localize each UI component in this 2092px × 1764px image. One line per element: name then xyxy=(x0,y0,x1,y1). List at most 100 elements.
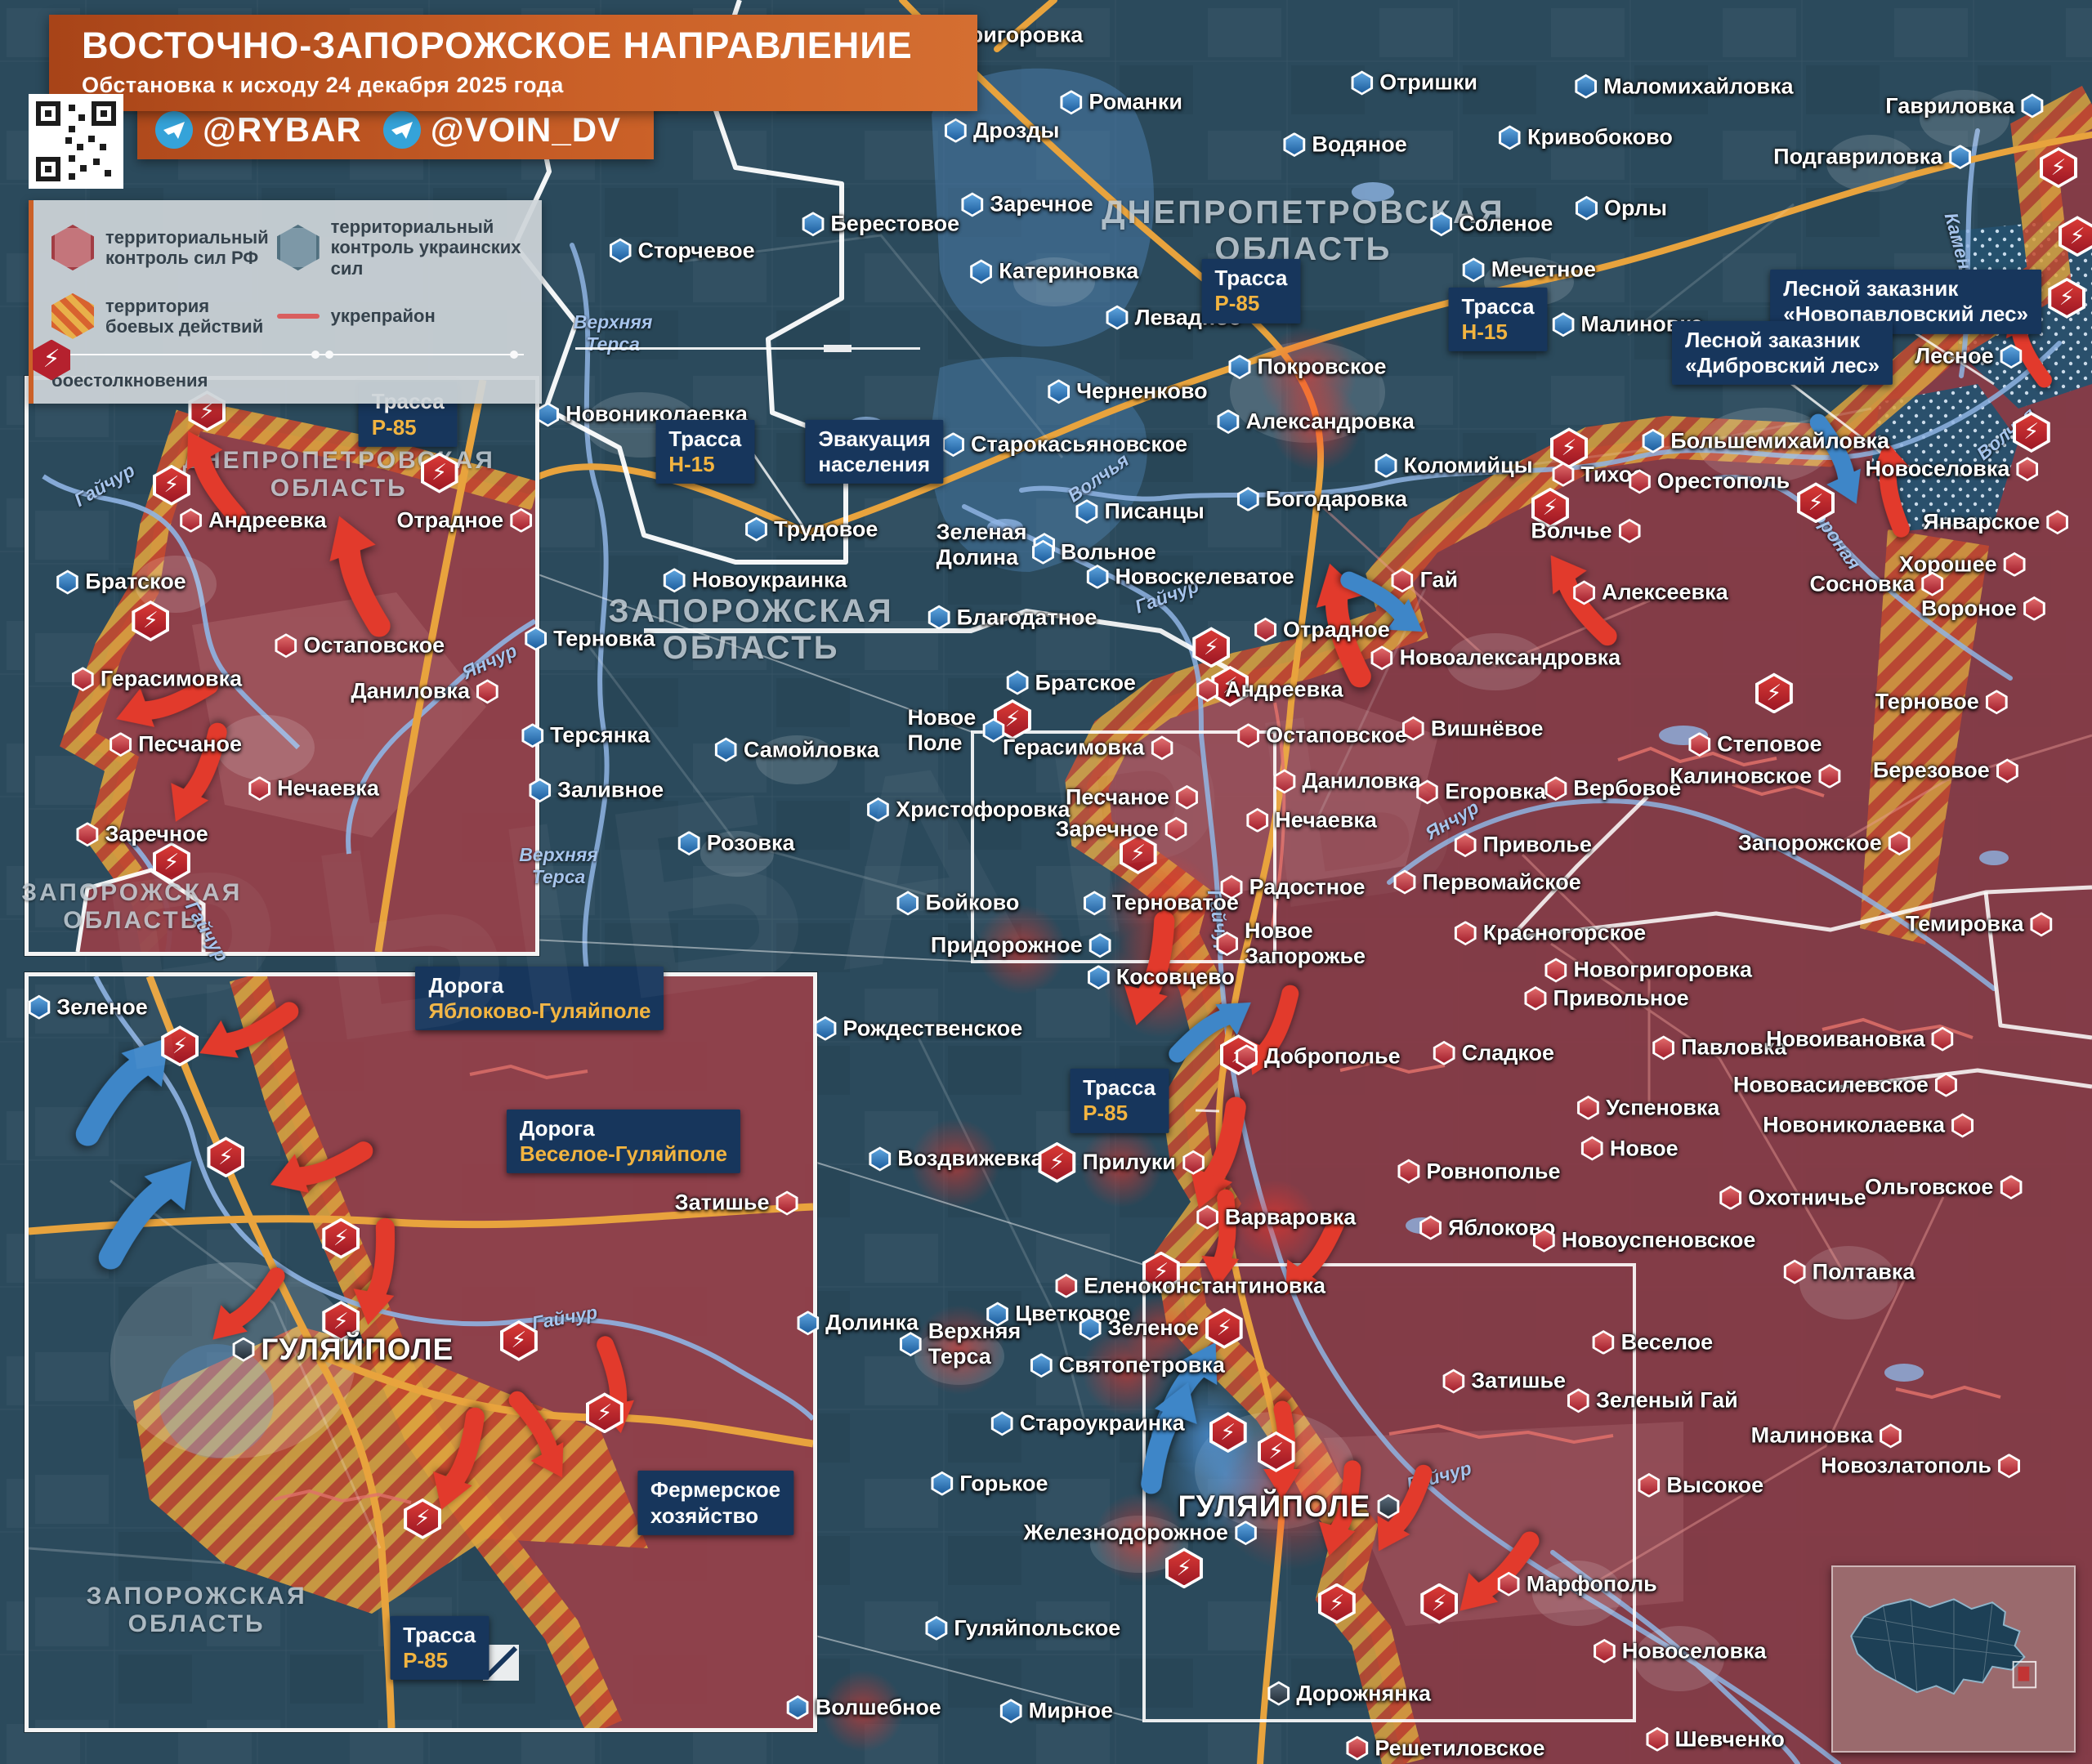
settlement-ua: Воздвижевка xyxy=(869,1146,1043,1172)
road-label-box: ТрассаР-85 xyxy=(1201,259,1300,323)
settlement-label: Мечетное xyxy=(1491,257,1596,283)
settlement-marker-ua-icon xyxy=(1032,540,1054,565)
legend-item-ua-control: территориальный контроль украинских сил xyxy=(277,217,524,279)
settlement-label: Дрозды xyxy=(973,118,1059,143)
settlement-ua: Вольное xyxy=(1032,539,1156,565)
settlement-marker-ua-icon xyxy=(1084,891,1106,915)
settlement-rf: Высокое xyxy=(1638,1472,1763,1498)
settlement-label: Новоскелеватое xyxy=(1115,564,1294,589)
settlement-marker-rf-icon xyxy=(2031,912,2053,936)
settlement-marker-ua-icon xyxy=(1949,145,1971,169)
info-label-line: Трасса xyxy=(1461,294,1534,319)
settlement-marker-ua-icon xyxy=(609,239,631,263)
settlement-marker-ua-icon xyxy=(1375,453,1397,478)
settlement-marker-ua-icon xyxy=(715,738,737,762)
settlement-ua: Трудовое xyxy=(745,516,878,542)
settlement-label: Охотничье xyxy=(1748,1185,1866,1210)
info-label-line: Н-15 xyxy=(1461,319,1534,345)
settlement-marker-ua-icon xyxy=(961,192,983,217)
settlement-label: Алексеевка xyxy=(1602,580,1728,605)
settlement-marker-ua-icon xyxy=(928,605,950,630)
settlement-label: Волчье xyxy=(1531,518,1611,543)
settlement-marker-rf-icon xyxy=(76,822,98,846)
clash-icon: ⚡ xyxy=(207,1137,244,1177)
settlement-marker-rf-icon xyxy=(1455,833,1477,857)
telegram-channel-voindv[interactable]: @VOIN_DV xyxy=(383,110,621,150)
telegram-handle: @VOIN_DV xyxy=(431,110,621,150)
settlement-rf: Ольговское xyxy=(1865,1175,2022,1200)
settlement-marker-rf-icon xyxy=(2046,510,2068,534)
settlement-marker-ua-icon xyxy=(1088,965,1110,989)
settlement-rf: Вербовое xyxy=(1544,776,1681,802)
settlement-label: Даниловка xyxy=(1302,769,1421,794)
settlement-marker-ua-icon xyxy=(664,568,686,592)
legend-label: территория боевых действий xyxy=(105,296,263,337)
settlement-marker-ua-icon xyxy=(897,891,919,915)
settlement-rf: Затишье xyxy=(675,1190,798,1216)
settlement-marker-rf-icon xyxy=(1442,1369,1464,1393)
settlement-ua: Бойково xyxy=(897,891,1020,916)
settlement-marker-rf-icon xyxy=(1935,1073,1957,1097)
settlement-marker-ua-icon xyxy=(745,517,767,542)
combat-zone-swatch-icon xyxy=(51,293,94,339)
settlement-rf: Новое xyxy=(1581,1136,1679,1161)
settlement-label: Отрадное xyxy=(396,507,503,533)
settlement-marker-rf-icon xyxy=(1986,690,2008,714)
settlement-label: Запорожское xyxy=(1738,831,1882,856)
info-label-line: хозяйство xyxy=(650,1503,780,1528)
settlement-label: Богодаровка xyxy=(1266,486,1407,511)
info-label-line: Р-85 xyxy=(1083,1101,1156,1126)
info-label-line: Яблоково-Гуляйполе xyxy=(428,998,650,1024)
settlement-ua: Соленое xyxy=(1430,212,1553,237)
settlement-label: ГУЛЯЙПОЛЕ xyxy=(1178,1489,1371,1524)
settlement-label: Заливное xyxy=(557,778,664,803)
legend-item-combat-zone: территория боевых действий xyxy=(51,293,269,339)
clash-icon: ⚡ xyxy=(1192,627,1230,668)
title-banner: ВОСТОЧНО-ЗАПОРОЖСКОЕ НАПРАВЛЕНИЕ Обстано… xyxy=(49,15,977,111)
settlement-label: Герасимовка xyxy=(1003,735,1144,761)
settlement-rf: Заречное xyxy=(1056,816,1187,842)
qr-code xyxy=(29,94,123,189)
settlement-ua: Подгавриловка xyxy=(1773,145,1971,170)
settlement-label: Степовое xyxy=(1717,732,1822,757)
settlement-rf: Калиновское xyxy=(1670,763,1840,788)
settlement-label: Калиновское xyxy=(1670,763,1812,788)
settlement-marker-ua-icon xyxy=(802,212,824,236)
settlement-label: Старокасьяновское xyxy=(971,432,1187,458)
settlement-label: Веселое xyxy=(1621,1329,1714,1355)
info-label-line: Лесной заказник xyxy=(1783,276,2028,301)
settlement-label: Розовка xyxy=(707,831,795,856)
settlement-rf: Отрадное xyxy=(1254,617,1390,642)
settlement-label: Вишнёвое xyxy=(1431,716,1544,741)
settlement-marker-ua-icon xyxy=(945,118,967,143)
settlement-marker-rf-icon xyxy=(248,776,270,801)
settlement-ua: Старокасьяновское xyxy=(942,432,1187,458)
settlement-label: Новоалександровка xyxy=(1400,645,1621,671)
settlement-ua: Сторчевое xyxy=(609,238,754,263)
settlement-rf: Даниловка xyxy=(1273,769,1421,794)
settlement-ua: Писанцы xyxy=(1076,499,1205,525)
settlement-marker-ua-icon xyxy=(982,718,1004,743)
settlement-label: Доброполье xyxy=(1264,1044,1401,1070)
settlement-label: Лесное xyxy=(1915,344,1993,369)
settlement-label: Железнодорожное xyxy=(1024,1521,1228,1546)
settlement-marker-ua-icon xyxy=(1351,70,1373,95)
settlement-marker-rf-icon xyxy=(1246,808,1268,833)
settlement-label: Даниловка xyxy=(351,679,470,704)
settlement-label: Заречное xyxy=(1056,816,1159,842)
settlement-label: Вольное xyxy=(1061,539,1156,565)
telegram-channel-rybar[interactable]: @RYBAR xyxy=(155,110,362,150)
settlement-label: Сосновка xyxy=(1810,571,1915,596)
settlement-rf: Степовое xyxy=(1688,732,1822,757)
fortified-line-icon xyxy=(277,314,320,319)
settlement-marker-rf-icon xyxy=(1573,580,1595,605)
legend-divider xyxy=(51,354,524,355)
settlement-marker-rf-icon xyxy=(1402,717,1424,741)
clash-icon: ⚡ xyxy=(2048,278,2085,319)
info-label-line: населения xyxy=(818,452,930,477)
scale-bar xyxy=(575,347,920,350)
settlement-label: Гай xyxy=(1420,568,1459,593)
settlement-rf: Орестополь xyxy=(1629,469,1790,494)
info-label-line: Фермерское xyxy=(650,1477,780,1503)
settlement-marker-rf-icon xyxy=(1525,986,1547,1011)
